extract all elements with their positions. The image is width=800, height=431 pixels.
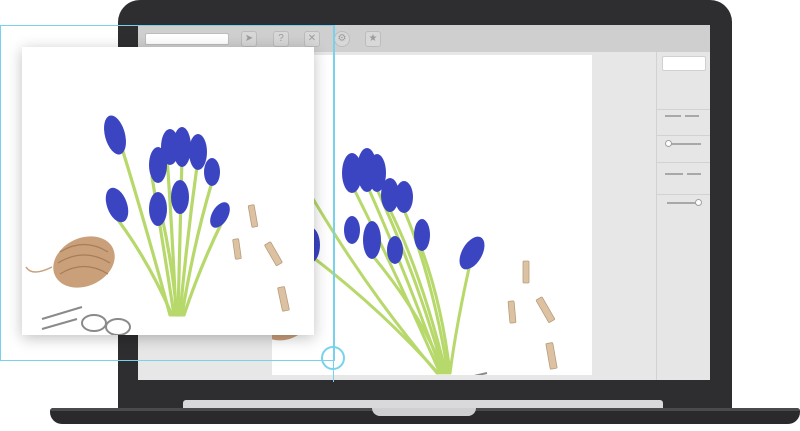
color-swatch-field[interactable] (662, 56, 706, 71)
zoom-drag-handle[interactable] (321, 346, 345, 370)
zoom-guide-line (333, 25, 334, 382)
panel-line (687, 173, 701, 175)
panel-divider (657, 135, 710, 136)
slider-knob[interactable] (665, 140, 672, 147)
zoomed-flower-photo (25, 115, 290, 335)
star-icon: ★ (368, 33, 378, 44)
zoomed-scissors (41, 306, 131, 335)
panel-line (685, 115, 699, 117)
clothespins (507, 260, 558, 370)
zoomed-clothespins (232, 204, 290, 312)
panel-divider (657, 162, 710, 163)
zoom-preview (22, 47, 314, 335)
favorite-button[interactable]: ★ (365, 31, 381, 47)
settings-icon: ⚙ (337, 33, 347, 44)
panel-line (665, 115, 681, 117)
slider-track[interactable] (669, 143, 701, 145)
zoomed-twine-spool (25, 236, 115, 288)
panel-divider (657, 109, 710, 110)
panel-line (665, 173, 683, 175)
slider-knob[interactable] (695, 199, 702, 206)
panel-divider (657, 194, 710, 195)
settings-button[interactable]: ⚙ (334, 31, 350, 47)
properties-panel (656, 52, 710, 380)
laptop-notch (372, 408, 476, 416)
